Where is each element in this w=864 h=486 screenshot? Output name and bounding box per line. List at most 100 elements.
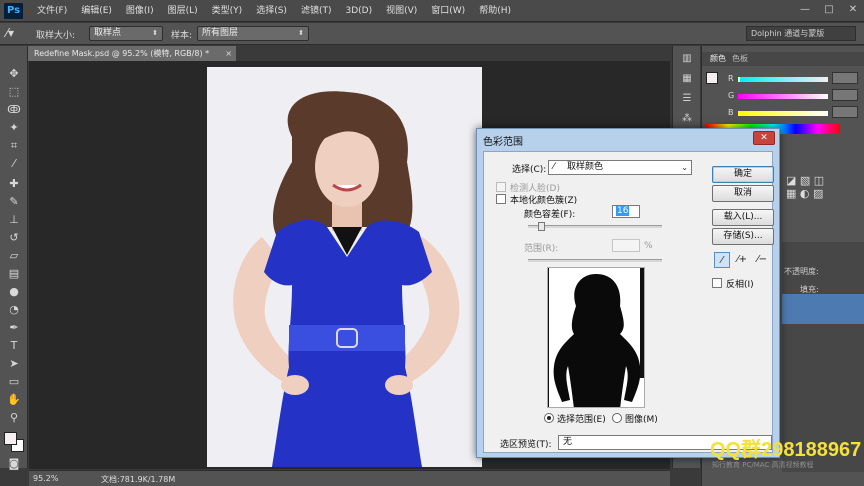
ok-button[interactable]: 确定 <box>712 166 774 183</box>
sample-select[interactable]: 所有图层 ⬍ <box>197 26 309 41</box>
document-tab[interactable]: Redefine Mask.psd @ 95.2% (模特, RGB/8) * … <box>28 46 236 61</box>
green-label: G <box>728 91 735 100</box>
fuzziness-value: 16 <box>616 206 630 216</box>
sample-size-value: 取样点 <box>94 28 122 38</box>
qq-watermark: QQ群298188967 <box>710 439 862 461</box>
selection-radio[interactable] <box>544 413 554 423</box>
opacity-label: 不透明度: <box>784 267 819 276</box>
clone-stamp-tool-icon[interactable]: ⊥ <box>6 212 22 228</box>
actions-panel-icon[interactable]: ☰ <box>680 92 694 106</box>
green-value[interactable] <box>832 89 858 101</box>
type-tool-icon[interactable]: T <box>6 338 22 354</box>
menu-select[interactable]: 选择(S) <box>249 0 294 22</box>
dialog-title: 色彩范围 <box>483 137 523 148</box>
menu-3d[interactable]: 3D(D) <box>338 0 379 22</box>
invert-checkbox[interactable] <box>712 278 722 288</box>
magic-wand-tool-icon[interactable]: ✦ <box>6 120 22 136</box>
eyedropper-icon[interactable]: ⁄ <box>714 252 730 268</box>
load-button[interactable]: 载入(L)... <box>712 209 774 226</box>
menu-image[interactable]: 图像(I) <box>119 0 161 22</box>
tab-swatches[interactable]: 色板 <box>732 53 748 64</box>
detect-faces-checkbox[interactable] <box>496 182 506 192</box>
model-photo[interactable] <box>207 67 482 467</box>
adjustments-icons[interactable]: ◪ ▧ ◫ ▦ ◐ ▨ <box>786 174 824 200</box>
close-window-button[interactable]: ✕ <box>846 3 860 17</box>
cancel-button[interactable]: 取消 <box>712 185 774 202</box>
selection-preview-value: 无 <box>563 437 573 447</box>
layer-row-selected[interactable] <box>782 294 864 324</box>
fuzziness-slider-thumb[interactable] <box>538 222 545 231</box>
tab-color[interactable]: 颜色 <box>710 53 726 64</box>
green-slider[interactable]: G <box>728 89 862 101</box>
brush-panel-icon[interactable]: ⁂ <box>680 112 694 126</box>
add-eyedropper-icon[interactable]: ⁄+ <box>734 252 750 268</box>
image-radio[interactable] <box>612 413 622 423</box>
menu-help[interactable]: 帮助(H) <box>472 0 518 22</box>
blue-slider-bar[interactable] <box>738 111 828 116</box>
fuzziness-slider-track[interactable] <box>528 225 662 228</box>
model-photo-image <box>207 67 482 467</box>
lasso-tool-icon[interactable]: ↂ <box>6 102 22 118</box>
selection-preview[interactable] <box>547 267 645 408</box>
red-slider[interactable]: R <box>728 72 862 84</box>
red-slider-bar[interactable] <box>738 77 828 82</box>
menu-filter[interactable]: 滤镜(T) <box>294 0 339 22</box>
properties-panel-icon[interactable]: ▦ <box>680 72 694 86</box>
localized-clusters-checkbox[interactable] <box>496 194 506 204</box>
menu-layer[interactable]: 图层(L) <box>161 0 205 22</box>
range-input[interactable] <box>612 239 640 252</box>
hand-tool-icon[interactable]: ✋ <box>6 392 22 408</box>
close-icon[interactable]: × <box>225 46 232 61</box>
status-bar: 95.2% 文档:781.9K/1.78M <box>29 470 670 486</box>
fuzziness-input[interactable]: 16 <box>612 205 640 218</box>
crop-tool-icon[interactable]: ⌗ <box>6 138 22 154</box>
tools-panel: ✥ ⬚ ↂ ✦ ⌗ ⁄ ✚ ✎ ⊥ ↺ ▱ ▤ ● ◔ ✒ T ➤ ▭ ✋ ⚲ … <box>0 46 28 470</box>
zoom-readout[interactable]: 95.2% <box>33 474 58 483</box>
workspace-select[interactable]: Dolphin 通道与蒙版 <box>746 26 856 41</box>
brush-tool-icon[interactable]: ✎ <box>6 194 22 210</box>
move-tool-icon[interactable]: ✥ <box>6 66 22 82</box>
eraser-tool-icon[interactable]: ▱ <box>6 248 22 264</box>
options-bar: ⁄▾ 取样大小: 取样点 ⬍ 样本: 所有图层 ⬍ Dolphin 通道与蒙版 <box>0 23 864 45</box>
history-brush-tool-icon[interactable]: ↺ <box>6 230 22 246</box>
color-swatches[interactable] <box>4 432 26 454</box>
green-slider-bar[interactable] <box>738 94 828 99</box>
dialog-close-button[interactable]: ✕ <box>753 131 775 145</box>
path-selection-tool-icon[interactable]: ➤ <box>6 356 22 372</box>
dodge-tool-icon[interactable]: ◔ <box>6 302 22 318</box>
red-value[interactable] <box>832 72 858 84</box>
sample-size-select[interactable]: 取样点 ⬍ <box>89 26 163 41</box>
menu-view[interactable]: 视图(V) <box>379 0 424 22</box>
zoom-tool-icon[interactable]: ⚲ <box>6 410 22 426</box>
gradient-tool-icon[interactable]: ▤ <box>6 266 22 282</box>
menu-file[interactable]: 文件(F) <box>30 0 74 22</box>
dialog-titlebar[interactable]: 色彩范围 ✕ <box>477 129 779 149</box>
subtract-eyedropper-icon[interactable]: ⁄− <box>754 252 770 268</box>
menu-type[interactable]: 类型(Y) <box>205 0 250 22</box>
marquee-tool-icon[interactable]: ⬚ <box>6 84 22 100</box>
menu-edit[interactable]: 编辑(E) <box>74 0 119 22</box>
select-dropdown[interactable]: ⁄ 取样颜色 ⌄ <box>548 160 692 175</box>
history-panel-icon[interactable]: ▥ <box>680 52 694 66</box>
dialog-body: 选择(C): ⁄ 取样颜色 ⌄ 检测人脸(D) 本地化颜色簇(Z) 颜色容差(F… <box>483 151 774 453</box>
foreground-color-chip[interactable] <box>706 72 718 84</box>
chevron-down-icon: ⬍ <box>298 29 304 37</box>
maximize-button[interactable]: □ <box>822 3 836 17</box>
range-slider-track[interactable] <box>528 259 662 262</box>
eyedropper-tool-icon[interactable]: ⁄ <box>6 156 22 172</box>
quick-mask-icon[interactable]: ◙ <box>6 456 22 472</box>
blue-value[interactable] <box>832 106 858 118</box>
image-radio-label: 图像(M) <box>625 415 658 425</box>
foreground-color-swatch[interactable] <box>4 432 17 445</box>
save-button[interactable]: 存储(S)... <box>712 228 774 245</box>
healing-brush-tool-icon[interactable]: ✚ <box>6 176 22 192</box>
minimize-button[interactable]: — <box>798 3 812 17</box>
pen-tool-icon[interactable]: ✒ <box>6 320 22 336</box>
eyedropper-tool-icon[interactable]: ⁄▾ <box>6 26 14 40</box>
menu-window[interactable]: 窗口(W) <box>424 0 472 22</box>
shape-tool-icon[interactable]: ▭ <box>6 374 22 390</box>
document-info[interactable]: 文档:781.9K/1.78M <box>101 474 175 485</box>
menu-list: 文件(F) 编辑(E) 图像(I) 图层(L) 类型(Y) 选择(S) 滤镜(T… <box>30 0 518 22</box>
blue-slider[interactable]: B <box>728 106 862 118</box>
blur-tool-icon[interactable]: ● <box>6 284 22 300</box>
